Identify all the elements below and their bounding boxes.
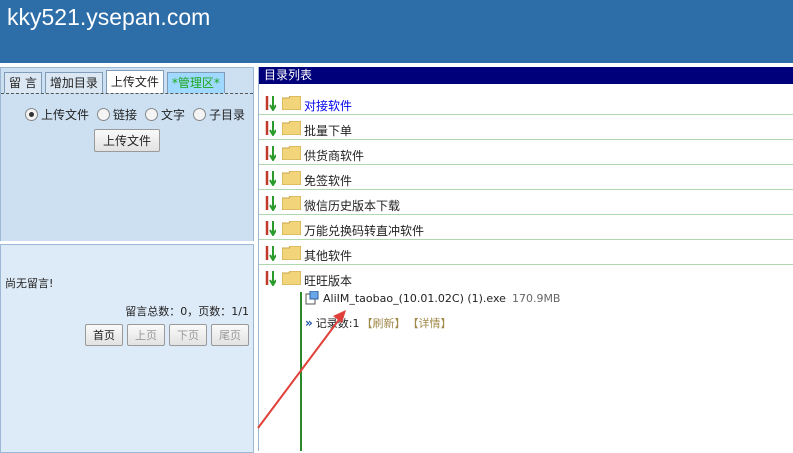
radio-upload-file-label: 上传文件 <box>41 108 90 122</box>
folder-icon <box>282 146 301 160</box>
folder-icon <box>282 246 301 260</box>
radio-text[interactable] <box>145 108 159 121</box>
folder-row[interactable]: 免签软件 <box>259 166 793 190</box>
radio-link-label: 链接 <box>113 108 138 122</box>
folder-icon <box>282 271 301 285</box>
folder-icon <box>282 196 301 210</box>
folder-icon <box>282 121 301 135</box>
radio-link[interactable] <box>97 108 111 121</box>
directory-panel: 目录列表 对接软件 批量下单 供货商软件 免签软件 微信历史版本下载 万能兑换码… <box>258 67 793 451</box>
folder-name[interactable]: 旺旺版本 <box>304 272 352 289</box>
folder-row[interactable]: 供货商软件 <box>259 141 793 165</box>
folder-name[interactable]: 批量下单 <box>304 122 352 139</box>
upload-panel: 上传文件 链接 文字 子目录 上传文件 <box>1 93 253 241</box>
tab-add-directory[interactable]: 增加目录 <box>44 72 103 93</box>
folder-row[interactable]: 旺旺版本 <box>259 266 793 289</box>
folder-name[interactable]: 微信历史版本下载 <box>304 197 400 214</box>
folder-row[interactable]: 其他软件 <box>259 241 793 265</box>
folder-list: 对接软件 批量下单 供货商软件 免签软件 微信历史版本下载 万能兑换码转直冲软件 <box>259 91 793 290</box>
tab-upload-file[interactable]: 上传文件 <box>105 70 164 94</box>
folder-name[interactable]: 免签软件 <box>304 172 352 189</box>
tab-bar: 留 言 增加目录 上传文件 *管理区* <box>4 70 228 94</box>
upload-file-button[interactable]: 上传文件 <box>94 129 161 152</box>
last-page-button[interactable]: 尾页 <box>211 324 249 346</box>
next-page-button[interactable]: 下页 <box>169 324 207 346</box>
message-panel: 尚无留言! 留言总数：0，页数：1/1 首页 上页 下页 尾页 <box>0 244 254 453</box>
exe-file-icon <box>305 291 319 305</box>
file-entry[interactable]: AliIM_taobao_(10.01.02C) (1).exe 170.9MB <box>305 291 560 305</box>
folder-name[interactable]: 万能兑换码转直冲软件 <box>304 222 424 239</box>
file-size: 170.9MB <box>511 291 561 305</box>
sort-updown-icon[interactable] <box>264 95 276 111</box>
double-chevron-icon: » <box>305 316 313 330</box>
tree-line <box>300 292 302 451</box>
radio-upload-file[interactable] <box>25 108 38 121</box>
folder-name[interactable]: 其他软件 <box>304 247 352 264</box>
upload-area: 留 言 增加目录 上传文件 *管理区* 上传文件 链接 文字 子目录 上传文件 <box>0 67 254 241</box>
sort-updown-icon[interactable] <box>264 220 276 236</box>
folder-row[interactable]: 微信历史版本下载 <box>259 191 793 215</box>
record-count: 记录数:1 <box>315 317 360 330</box>
site-title: kky521.ysepan.com <box>7 4 211 30</box>
folder-icon <box>282 96 301 110</box>
prev-page-button[interactable]: 上页 <box>127 324 165 346</box>
sort-updown-icon[interactable] <box>264 145 276 161</box>
tab-admin[interactable]: *管理区* <box>166 72 225 93</box>
folder-row[interactable]: 对接软件 <box>259 91 793 115</box>
directory-list-header: 目录列表 <box>259 67 793 84</box>
radio-text-label: 文字 <box>161 108 186 122</box>
refresh-link[interactable]: 【刷新】 <box>361 315 405 331</box>
folder-icon <box>282 171 301 185</box>
sort-updown-icon[interactable] <box>264 245 276 261</box>
no-messages-text: 尚无留言! <box>5 277 54 290</box>
record-count-row: » 记录数:1 【刷新】 【详情】 <box>305 315 451 331</box>
site-header: kky521.ysepan.com <box>0 0 793 63</box>
message-pager: 首页 上页 下页 尾页 <box>81 324 249 346</box>
folder-icon <box>282 221 301 235</box>
first-page-button[interactable]: 首页 <box>85 324 123 346</box>
radio-subdirectory[interactable] <box>193 108 207 121</box>
tab-messages[interactable]: 留 言 <box>4 72 42 93</box>
upload-type-options: 上传文件 链接 文字 子目录 <box>17 106 245 123</box>
file-name[interactable]: AliIM_taobao_(10.01.02C) (1).exe <box>323 292 506 305</box>
folder-name[interactable]: 供货商软件 <box>304 147 364 164</box>
message-stats: 留言总数：0，页数：1/1 <box>125 305 249 318</box>
radio-subdirectory-label: 子目录 <box>209 108 246 122</box>
sort-updown-icon[interactable] <box>264 195 276 211</box>
sort-updown-icon[interactable] <box>264 120 276 136</box>
sort-updown-icon[interactable] <box>264 170 276 186</box>
folder-row[interactable]: 批量下单 <box>259 116 793 140</box>
folder-name[interactable]: 对接软件 <box>304 97 352 114</box>
folder-row[interactable]: 万能兑换码转直冲软件 <box>259 216 793 240</box>
detail-link[interactable]: 【详情】 <box>407 315 451 331</box>
sort-updown-icon[interactable] <box>264 270 276 286</box>
